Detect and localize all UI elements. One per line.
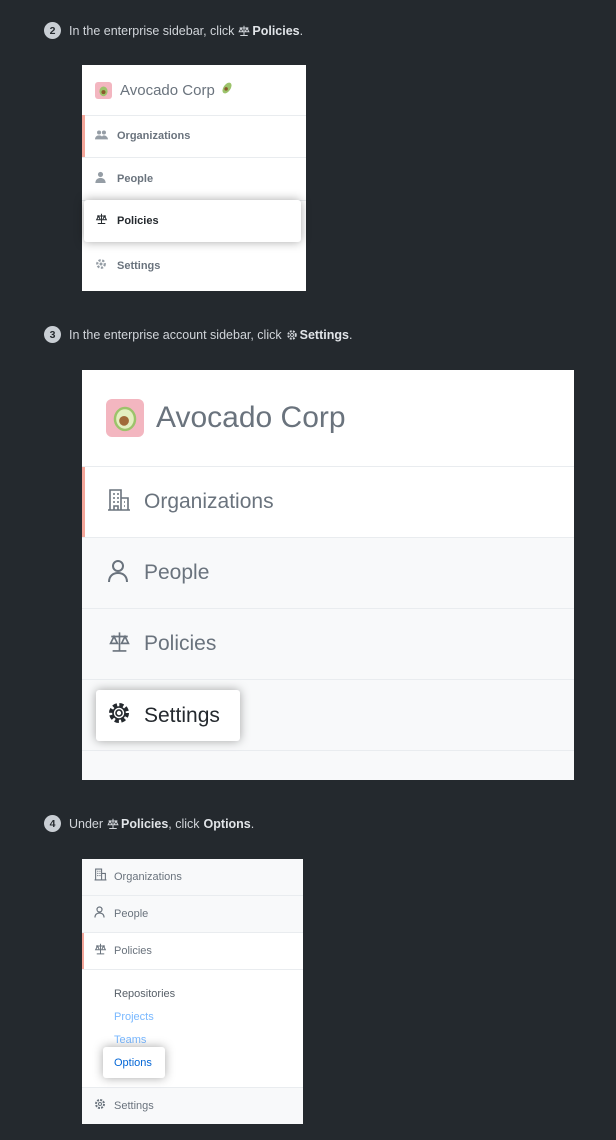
sidebar-item-label: Settings xyxy=(144,703,220,727)
gear-icon xyxy=(107,701,133,730)
sidebar-item-label: Settings xyxy=(117,260,161,272)
law-icon xyxy=(107,631,133,658)
active-indicator xyxy=(82,467,85,537)
avocado-logo-icon xyxy=(95,81,112,99)
law-icon xyxy=(238,24,251,38)
sidebar-item-label: Policies xyxy=(117,215,159,227)
sidebar-header: Avocado Corp xyxy=(82,370,574,467)
gear-icon xyxy=(94,1097,108,1115)
avocado-emoji-icon xyxy=(220,81,234,100)
sidebar-item-label: People xyxy=(114,908,149,920)
law-icon xyxy=(107,817,119,831)
sidebar-header: Avocado Corp xyxy=(82,65,306,116)
options-callout-step-4[interactable]: Options xyxy=(103,1047,165,1078)
sidebar-item-organizations[interactable]: Organizations xyxy=(82,115,306,158)
step-4-text: Under xyxy=(69,816,104,831)
building-icon xyxy=(94,868,108,886)
active-indicator xyxy=(82,933,84,969)
step-3-instruction: 3 In the enterprise account sidebar, cli… xyxy=(44,326,352,343)
submenu-item-teams[interactable]: Teams xyxy=(114,1034,146,1046)
sidebar-item-settings[interactable]: Settings xyxy=(82,1088,303,1124)
law-icon xyxy=(94,942,108,960)
sidebar-item-label: Policies xyxy=(114,945,152,957)
avocado-logo-icon xyxy=(106,399,144,437)
step-4-options-label: Options xyxy=(203,816,251,831)
sidebar-item-people[interactable]: People xyxy=(82,158,306,201)
sidebar-item-label: People xyxy=(144,561,210,584)
enterprise-name: Avocado Corp xyxy=(156,401,346,434)
sidebar-item-label: Organizations xyxy=(117,130,191,142)
sidebar-item-organizations[interactable]: Organizations xyxy=(82,467,574,538)
step-2-instruction: 2 In the enterprise sidebar, click Polic… xyxy=(44,22,303,39)
sidebar-item-people[interactable]: People xyxy=(82,896,303,933)
settings-callout-step-3[interactable]: Settings xyxy=(96,690,240,741)
sidebar-item-people[interactable]: People xyxy=(82,538,574,609)
step-4-policies-label: Policies xyxy=(121,816,169,831)
sidebar-item-settings[interactable]: Settings xyxy=(82,245,306,287)
step-2-text: In the enterprise sidebar, click xyxy=(69,23,235,38)
submenu-item-repositories[interactable]: Repositories xyxy=(114,988,175,1000)
step-4-instruction: 4 Under Policies , click Options . xyxy=(44,815,254,832)
sidebar-item-label: Organizations xyxy=(144,490,274,513)
sidebar-item-label: Policies xyxy=(144,632,217,655)
enterprise-name: Avocado Corp xyxy=(120,81,215,99)
person-icon xyxy=(95,170,109,188)
step-2-policies-label: Policies xyxy=(252,23,300,38)
law-icon xyxy=(95,212,109,230)
gear-icon xyxy=(286,328,298,342)
sidebar-item-policies[interactable]: Policies xyxy=(82,933,303,970)
sidebar-item-label: Settings xyxy=(114,1100,154,1112)
sidebar-item-label: People xyxy=(117,173,154,185)
policies-callout-step-2[interactable]: Policies xyxy=(84,200,301,242)
sidebar-item-policies[interactable]: Policies xyxy=(82,609,574,680)
active-indicator xyxy=(82,115,85,157)
gear-icon xyxy=(95,257,109,275)
sidebar-screenshot-step-4: Organizations People Policies Repositori… xyxy=(82,859,303,1124)
step-4-number: 4 xyxy=(44,815,61,832)
submenu-item-options: Options xyxy=(114,1056,152,1069)
person-icon xyxy=(94,905,108,923)
step-3-number: 3 xyxy=(44,326,61,343)
building-icon xyxy=(107,488,133,517)
step-3-settings-label: Settings xyxy=(299,327,349,342)
sidebar-screenshot-step-2: Avocado Corp Organizations People Settin… xyxy=(82,65,306,291)
step-3-text: In the enterprise account sidebar, click xyxy=(69,327,282,342)
submenu-item-projects[interactable]: Projects xyxy=(114,1011,154,1023)
person-icon xyxy=(107,559,133,588)
sidebar-item-organizations[interactable]: Organizations xyxy=(82,859,303,896)
step-2-number: 2 xyxy=(44,22,61,39)
sidebar-item-label: Organizations xyxy=(114,871,182,883)
people-group-icon xyxy=(95,127,109,145)
